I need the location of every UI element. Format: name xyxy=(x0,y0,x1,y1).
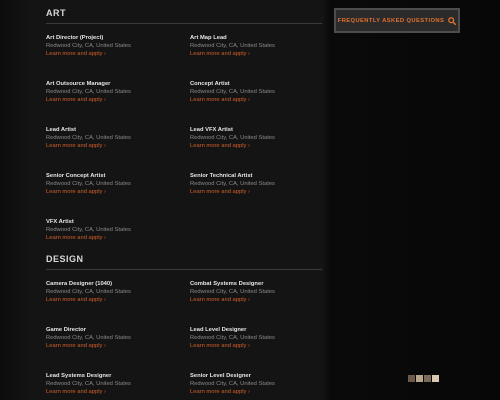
apply-link[interactable]: Learn more and apply › xyxy=(46,296,181,304)
section-design: DESIGN Camera Designer (1040) Redwood Ci… xyxy=(46,254,322,395)
job-location: Redwood City, CA, United States xyxy=(190,43,275,49)
job-location: Redwood City, CA, United States xyxy=(190,381,275,387)
job-item: Senior Technical Artist Redwood City, CA… xyxy=(190,172,325,196)
job-item: Senior Level Designer Redwood City, CA, … xyxy=(190,372,325,396)
apply-link[interactable]: Learn more and apply › xyxy=(46,388,181,396)
job-title[interactable]: Senior Technical Artist xyxy=(190,172,325,180)
job-title[interactable]: Art Director (Project) xyxy=(46,34,181,42)
apply-link[interactable]: Learn more and apply › xyxy=(46,96,181,104)
apply-link[interactable]: Learn more and apply › xyxy=(190,188,325,196)
apply-link[interactable]: Learn more and apply › xyxy=(190,96,325,104)
job-location: Redwood City, CA, United States xyxy=(46,135,131,141)
job-title[interactable]: Lead Artist xyxy=(46,126,181,134)
faq-button[interactable]: FREQUENTLY ASKED QUESTIONS xyxy=(334,8,460,33)
job-item: Lead Artist Redwood City, CA, United Sta… xyxy=(46,126,181,150)
job-title[interactable]: Lead Systems Designer xyxy=(46,372,181,380)
search-icon xyxy=(448,16,457,25)
job-item: Game Director Redwood City, CA, United S… xyxy=(46,326,181,350)
job-location: Redwood City, CA, United States xyxy=(46,335,131,341)
job-item: Lead Systems Designer Redwood City, CA, … xyxy=(46,372,181,396)
apply-link[interactable]: Learn more and apply › xyxy=(46,188,181,196)
section-title: DESIGN xyxy=(46,254,322,270)
watermark-artifact xyxy=(408,375,448,395)
job-title[interactable]: Art Map Lead xyxy=(190,34,325,42)
job-location: Redwood City, CA, United States xyxy=(46,89,131,95)
job-title[interactable]: Concept Artist xyxy=(190,80,325,88)
section-title: ART xyxy=(46,8,322,24)
job-item: Concept Artist Redwood City, CA, United … xyxy=(190,80,325,104)
job-location: Redwood City, CA, United States xyxy=(46,381,131,387)
job-title[interactable]: Art Outsource Manager xyxy=(46,80,181,88)
job-location: Redwood City, CA, United States xyxy=(46,289,131,295)
job-title[interactable]: Lead Level Designer xyxy=(190,326,325,334)
job-location: Redwood City, CA, United States xyxy=(190,289,275,295)
job-title[interactable]: Combat Systems Designer xyxy=(190,280,325,288)
job-item: Art Director (Project) Redwood City, CA,… xyxy=(46,34,181,58)
job-location: Redwood City, CA, United States xyxy=(46,43,131,49)
apply-link[interactable]: Learn more and apply › xyxy=(46,342,181,350)
apply-link[interactable]: Learn more and apply › xyxy=(46,234,181,242)
job-location: Redwood City, CA, United States xyxy=(46,181,131,187)
job-title[interactable]: Game Director xyxy=(46,326,181,334)
apply-link[interactable]: Learn more and apply › xyxy=(190,388,325,396)
job-title[interactable]: VFX Artist xyxy=(46,218,181,226)
job-item: Camera Designer (1040) Redwood City, CA,… xyxy=(46,280,181,304)
job-item: Lead VFX Artist Redwood City, CA, United… xyxy=(190,126,325,150)
apply-link[interactable]: Learn more and apply › xyxy=(46,142,181,150)
job-title[interactable]: Senior Level Designer xyxy=(190,372,325,380)
job-item: VFX Artist Redwood City, CA, United Stat… xyxy=(46,218,181,242)
apply-link[interactable]: Learn more and apply › xyxy=(190,342,325,350)
job-title[interactable]: Lead VFX Artist xyxy=(190,126,325,134)
faq-label: FREQUENTLY ASKED QUESTIONS xyxy=(337,17,445,24)
job-location: Redwood City, CA, United States xyxy=(190,135,275,141)
job-item: Combat Systems Designer Redwood City, CA… xyxy=(190,280,325,304)
job-item: Art Map Lead Redwood City, CA, United St… xyxy=(190,34,325,58)
job-location: Redwood City, CA, United States xyxy=(190,181,275,187)
job-item: Senior Concept Artist Redwood City, CA, … xyxy=(46,172,181,196)
apply-link[interactable]: Learn more and apply › xyxy=(46,50,181,58)
job-item: Art Outsource Manager Redwood City, CA, … xyxy=(46,80,181,104)
job-location: Redwood City, CA, United States xyxy=(46,227,131,233)
apply-link[interactable]: Learn more and apply › xyxy=(190,142,325,150)
job-location: Redwood City, CA, United States xyxy=(190,335,275,341)
section-art: ART Art Director (Project) Redwood City,… xyxy=(46,8,322,241)
careers-page: ART Art Director (Project) Redwood City,… xyxy=(0,0,500,400)
job-title[interactable]: Senior Concept Artist xyxy=(46,172,181,180)
apply-link[interactable]: Learn more and apply › xyxy=(190,296,325,304)
apply-link[interactable]: Learn more and apply › xyxy=(190,50,325,58)
job-location: Redwood City, CA, United States xyxy=(190,89,275,95)
job-title[interactable]: Camera Designer (1040) xyxy=(46,280,181,288)
job-item: Lead Level Designer Redwood City, CA, Un… xyxy=(190,326,325,350)
